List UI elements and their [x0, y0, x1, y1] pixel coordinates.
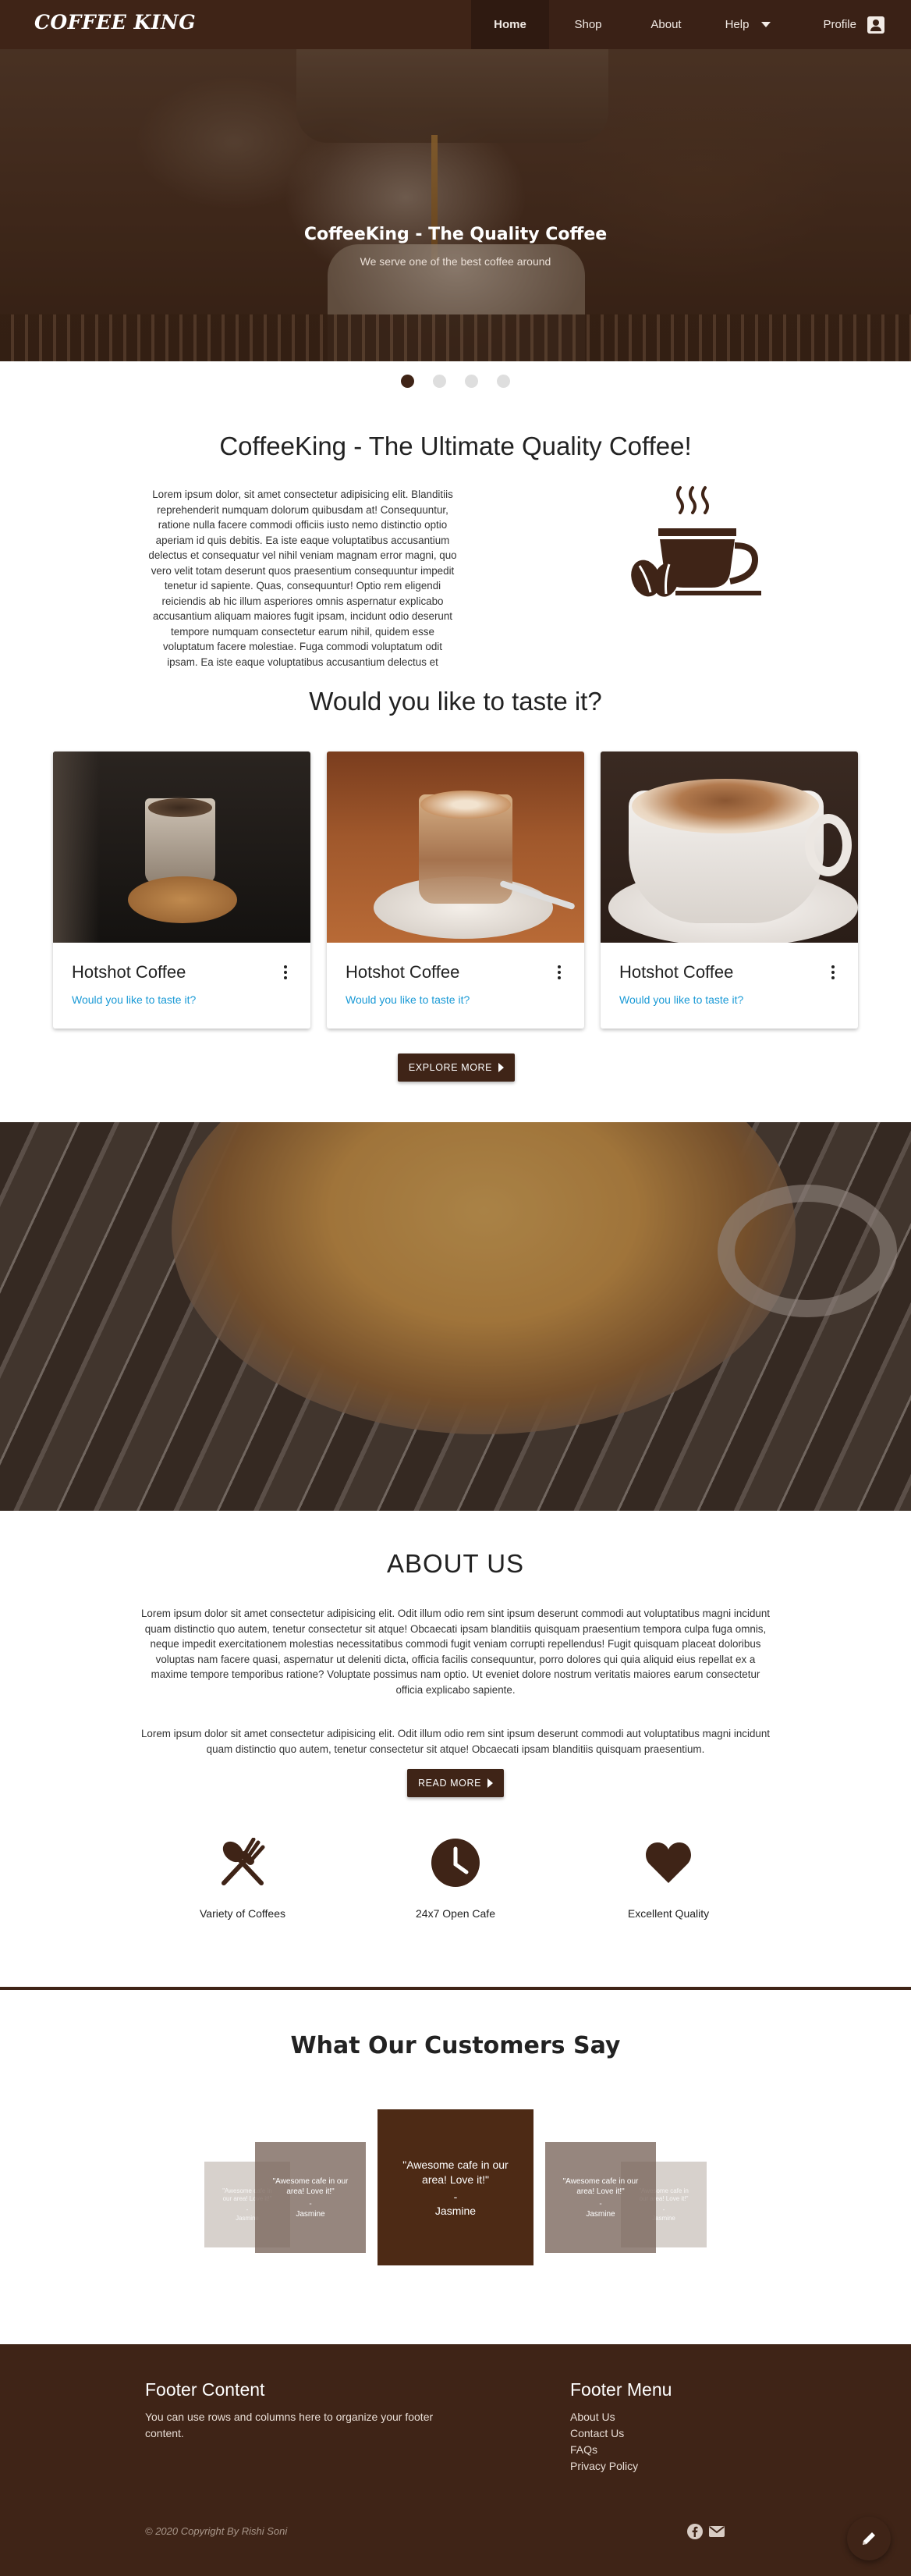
feature-open-label: 24x7 Open Cafe — [416, 1907, 495, 1920]
carousel-dot-3[interactable] — [465, 375, 478, 388]
footer-link-privacy[interactable]: Privacy Policy — [570, 2458, 638, 2475]
explore-more-label: EXPLORE MORE — [408, 1062, 493, 1073]
product-card-1: Hotshot Coffee Would you like to taste i… — [53, 751, 310, 1029]
testimonial-card-left[interactable]: "Awesome cafe in our area! Love it!" - J… — [255, 2142, 366, 2253]
card-title-3: Hotshot Coffee — [619, 962, 734, 982]
footer-menu: About Us Contact Us FAQs Privacy Policy — [570, 2409, 638, 2475]
nav-profile[interactable]: Profile — [791, 0, 911, 49]
about-paragraph-1: Lorem ipsum dolor sit amet consectetur a… — [140, 1608, 771, 1696]
arrow-right-icon — [487, 1778, 494, 1788]
clock-icon — [431, 1839, 480, 1887]
testimonial-name: Jasmine — [296, 2210, 325, 2219]
intro-text: Lorem ipsum dolor, sit amet consectetur … — [148, 489, 457, 668]
footer-link-contact[interactable]: Contact Us — [570, 2425, 638, 2442]
read-more-button[interactable]: READ MORE — [407, 1769, 504, 1797]
card-title-1: Hotshot Coffee — [72, 962, 186, 982]
heart-icon — [646, 1842, 691, 1883]
hero-overlay — [0, 49, 911, 361]
hero-title: CoffeeKing - The Quality Coffee — [303, 225, 608, 244]
product-card-2: Hotshot Coffee Would you like to taste i… — [327, 751, 584, 1029]
carousel-dot-4[interactable] — [497, 375, 510, 388]
explore-more-button[interactable]: EXPLORE MORE — [398, 1053, 515, 1082]
footer: Footer Content You can use rows and colu… — [0, 2344, 911, 2576]
carousel-indicators — [0, 375, 911, 388]
about-title: ABOUT US — [386, 1549, 525, 1578]
carousel-dot-2[interactable] — [433, 375, 446, 388]
testimonial-dash: - — [453, 2190, 458, 2203]
card-link-1[interactable]: Would you like to taste it? — [72, 993, 196, 1006]
testimonials-title: What Our Customers Say — [290, 2032, 621, 2059]
card-link-3[interactable]: Would you like to taste it? — [619, 993, 743, 1006]
testimonial-dash: - — [246, 2206, 249, 2213]
taste-section-title: Would you like to taste it? — [309, 687, 602, 716]
email-icon[interactable] — [709, 2524, 725, 2539]
spoon-fork-icon — [222, 1837, 265, 1885]
read-more-label: READ MORE — [417, 1778, 482, 1789]
navbar: COFFEE KING Home Shop About Help Profile — [0, 0, 911, 49]
parallax-overlay — [0, 1122, 911, 1511]
feature-variety-label: Variety of Coffees — [200, 1907, 285, 1920]
card-image-1 — [53, 751, 310, 943]
feature-open: 24x7 Open Cafe — [362, 1838, 549, 1920]
more-vert-icon[interactable] — [831, 965, 835, 981]
testimonial-dash: - — [309, 2200, 312, 2208]
testimonial-dash: - — [599, 2200, 602, 2208]
testimonial-name: Jasmine — [586, 2210, 615, 2219]
feature-quality-label: Excellent Quality — [627, 1907, 710, 1920]
facebook-icon[interactable] — [687, 2524, 703, 2539]
nav-help-dropdown[interactable]: Help — [705, 0, 791, 49]
testimonial-quote: "Awesome cafe in our area! Love it!" — [272, 2177, 349, 2196]
nav-profile-label: Profile — [823, 18, 856, 31]
carousel-dot-1[interactable] — [401, 375, 414, 388]
copyright-text: © 2020 Copyright By Rishi Soni — [145, 2525, 288, 2537]
footer-menu-title: Footer Menu — [570, 2379, 672, 2400]
testimonial-quote: "Awesome cafe in our area! Love it!" — [562, 2177, 639, 2196]
parallax-coffee-image — [0, 1122, 911, 1511]
testimonial-card-active[interactable]: "Awesome cafe in our area! Love it!" - J… — [378, 2109, 533, 2265]
hero-subtitle: We serve one of the best coffee around — [360, 255, 551, 268]
edit-fab-button[interactable] — [847, 2517, 891, 2560]
card-title-2: Hotshot Coffee — [346, 962, 460, 982]
coffee-cup-beans-icon — [631, 486, 761, 597]
about-paragraph-2: Lorem ipsum dolor sit amet consectetur a… — [140, 1728, 771, 1755]
feature-quality: Excellent Quality — [575, 1838, 762, 1920]
card-image-2 — [327, 751, 584, 943]
testimonial-dash: - — [662, 2206, 665, 2213]
chevron-down-icon — [761, 22, 771, 27]
nav-about[interactable]: About — [627, 0, 705, 49]
testimonial-quote: "Awesome cafe in our area! Love it!" — [402, 2159, 509, 2186]
product-card-3: Hotshot Coffee Would you like to taste i… — [601, 751, 858, 1029]
account-box-icon — [867, 16, 884, 34]
nav-shop[interactable]: Shop — [549, 0, 627, 49]
feature-variety: Variety of Coffees — [149, 1837, 336, 1920]
brand-logo[interactable]: COFFEE KING — [34, 11, 196, 34]
more-vert-icon[interactable] — [558, 965, 561, 981]
intro-title: CoffeeKing - The Ultimate Quality Coffee… — [219, 432, 692, 460]
arrow-right-icon — [498, 1063, 505, 1072]
hero-carousel[interactable]: CoffeeKing - The Quality Coffee We serve… — [0, 49, 911, 361]
footer-content-text: You can use rows and columns here to org… — [145, 2411, 434, 2439]
nav-menu: Home Shop About Help Profile — [471, 0, 911, 49]
testimonial-name: Jasmine — [434, 2205, 477, 2217]
card-link-2[interactable]: Would you like to taste it? — [346, 993, 470, 1006]
footer-link-faqs[interactable]: FAQs — [570, 2442, 638, 2458]
card-image-3 — [601, 751, 858, 943]
nav-home[interactable]: Home — [471, 0, 549, 49]
nav-help-label: Help — [725, 18, 750, 31]
more-vert-icon[interactable] — [284, 965, 287, 981]
footer-link-about[interactable]: About Us — [570, 2409, 638, 2425]
pencil-icon — [863, 2532, 875, 2545]
footer-content-title: Footer Content — [145, 2379, 265, 2400]
testimonial-card-right[interactable]: "Awesome cafe in our area! Love it!" - J… — [545, 2142, 656, 2253]
section-divider — [0, 1987, 911, 1990]
